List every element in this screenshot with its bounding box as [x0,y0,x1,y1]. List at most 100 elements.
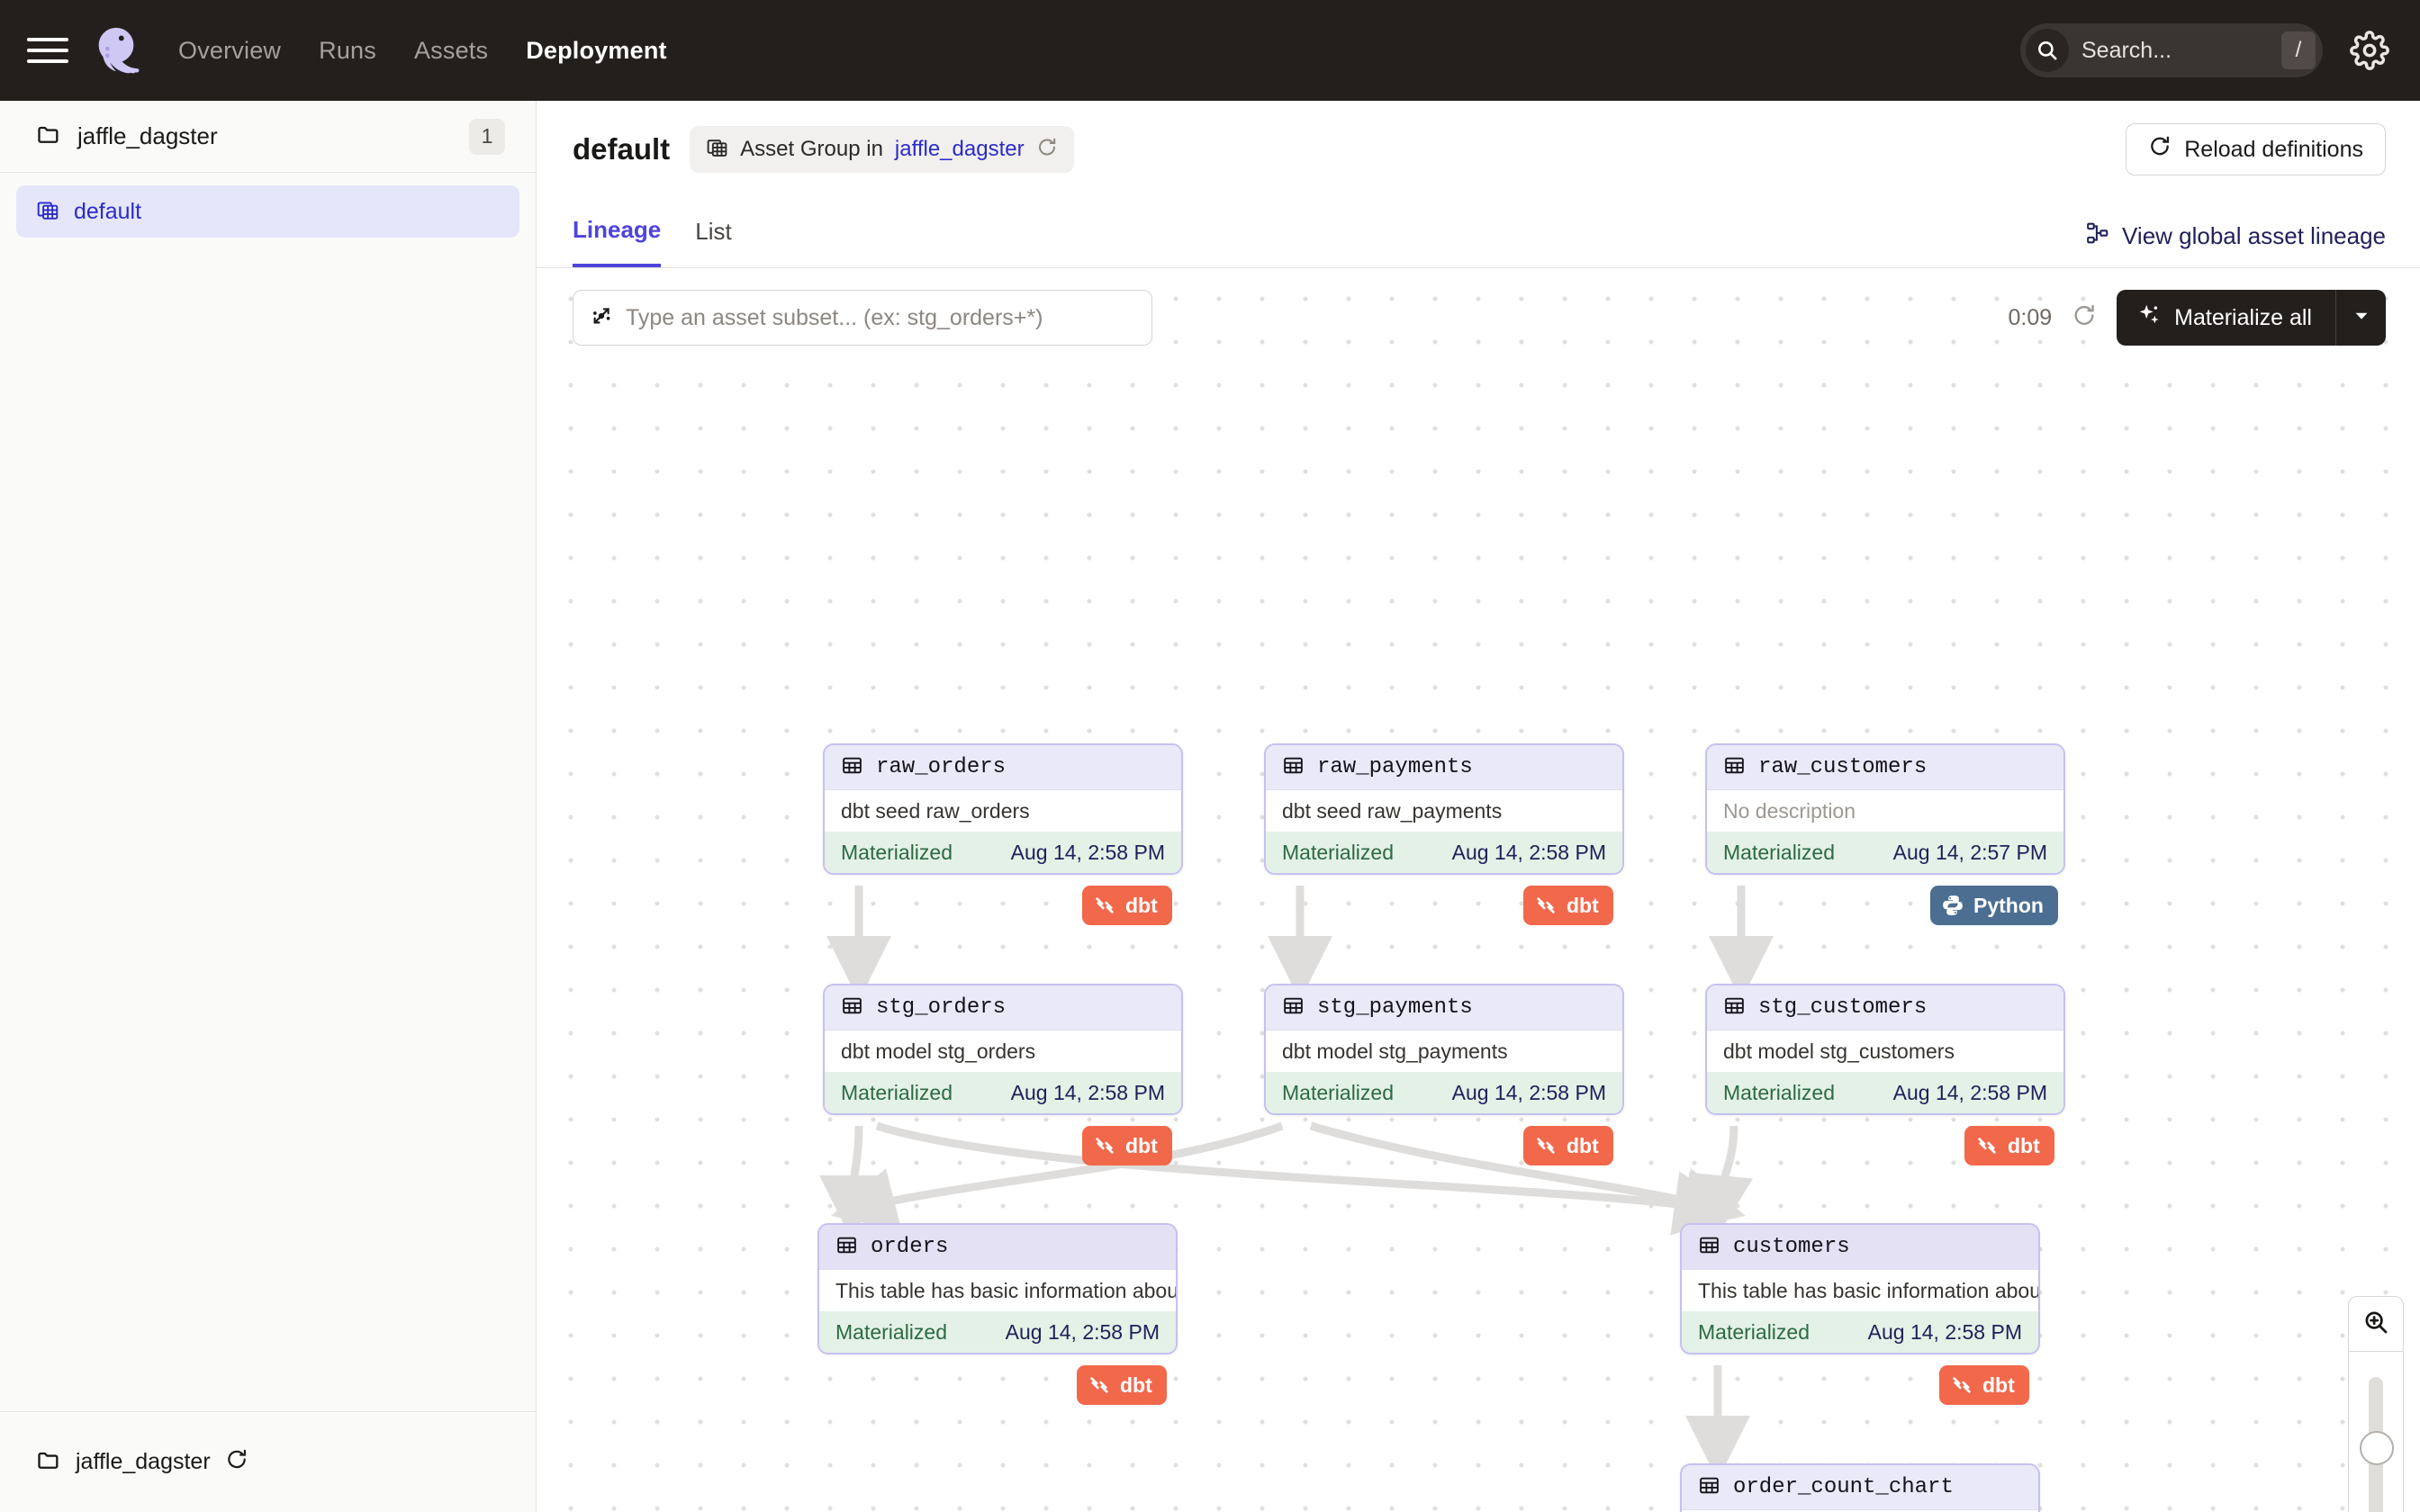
zoom-in-icon [2362,1309,2389,1340]
table-icon [1282,994,1305,1022]
chevron-down-icon [2352,306,2371,330]
asset-node-status: Materialized [835,1320,947,1345]
asset-node-tag-dbt[interactable]: dbt [1082,886,1172,925]
asset-node-header: order_count_chart [1682,1465,2038,1510]
refresh-icon [2148,135,2172,165]
asset-node-tag-dbt[interactable]: dbt [1082,1126,1172,1166]
refresh-icon[interactable] [2072,303,2097,333]
reload-definitions-button[interactable]: Reload definitions [2126,123,2386,176]
asset-node-name: stg_payments [1317,995,1473,1020]
asset-node-tag-dbt[interactable]: dbt [1077,1365,1167,1405]
asset-node-status-footer: MaterializedAug 14, 2:58 PM [1266,832,1622,873]
asset-node-description: This table has basic information about .… [1682,1270,2038,1311]
chip-repository-link[interactable]: jaffle_dagster [895,137,1025,162]
nav-link-overview[interactable]: Overview [178,37,281,65]
asset-node-name: order_count_chart [1733,1475,1954,1499]
asset-node-header: stg_payments [1266,986,1622,1030]
asset-node-stg_customers[interactable]: stg_customersdbt model stg_customersMate… [1705,984,2065,1115]
asset-node-tag-dbt[interactable]: dbt [1523,886,1613,925]
materialize-all-button[interactable]: Materialize all [2117,290,2335,346]
asset-node-status-footer: MaterializedAug 14, 2:57 PM [1707,832,2063,873]
view-global-asset-lineage-link[interactable]: View global asset lineage [2086,221,2386,267]
asset-node-description: dbt model stg_orders [825,1030,1181,1072]
asset-node-orders[interactable]: orders This table has basic information a… [817,1223,1178,1354]
asset-node-status: Materialized [1282,1081,1394,1105]
nav-link-runs[interactable]: Runs [319,37,376,65]
asset-node-tag-dbt[interactable]: dbt [1939,1365,2029,1405]
asset-node-tag-label: dbt [1125,894,1158,918]
asset-node-header: orders [819,1225,1176,1270]
asset-node-header: customers [1682,1225,2038,1270]
asset-node-order_count_chart[interactable]: order_count_chartNo descriptionMateriali… [1680,1463,2040,1512]
gear-icon[interactable] [2350,31,2389,70]
asset-node-tag-dbt[interactable]: dbt [1523,1126,1613,1166]
dbt-icon [1093,1134,1116,1157]
refresh-timer: 0:09 [2008,305,2052,331]
asset-group-icon [36,198,59,226]
nav-link-deployment[interactable]: Deployment [526,37,667,65]
global-search-input[interactable]: Search... / [2020,23,2323,77]
materialize-options-caret[interactable] [2335,290,2386,346]
asset-node-timestamp: Aug 14, 2:58 PM [1011,1081,1165,1105]
view-tabs: Lineage List [573,198,732,267]
zoom-in-button[interactable] [2348,1296,2404,1352]
search-placeholder: Search... [2081,38,2281,64]
lineage-icon [2086,221,2109,251]
asset-node-stg_orders[interactable]: stg_ordersdbt model stg_orders Materializ… [823,984,1183,1115]
folder-icon [36,1447,61,1477]
asset-group-breadcrumb-chip[interactable]: Asset Group in jaffle_dagster [690,126,1073,173]
sparkle-icon [2136,302,2162,334]
tab-lineage[interactable]: Lineage [573,198,661,267]
asset-node-timestamp: Aug 14, 2:58 PM [1452,1081,1606,1105]
app-root: Overview Runs Assets Deployment Search..… [0,0,2420,1512]
asset-node-raw_orders[interactable]: raw_ordersdbt seed raw_orders Materialize… [823,743,1183,875]
asset-lineage-graph[interactable]: Type an asset subset... (ex: stg_orders+… [537,268,2420,1512]
refresh-icon[interactable] [225,1448,248,1476]
sidebar-footer-label: jaffle_dagster [76,1449,211,1475]
asset-node-name: orders [871,1235,948,1259]
hamburger-menu-icon[interactable] [27,30,68,71]
dagster-logo[interactable] [88,22,144,78]
tab-list[interactable]: List [695,198,731,267]
table-icon [1698,1474,1720,1501]
asset-node-customers[interactable]: customersThis table has basic informatio… [1680,1223,2040,1354]
table-icon [1282,754,1305,781]
asset-node-status: Materialized [841,841,953,865]
asset-node-status: Materialized [841,1081,953,1105]
sidebar-repository-row[interactable]: jaffle_dagster 1 [0,101,536,173]
asset-node-tag-label: dbt [1125,1134,1158,1158]
sidebar-footer[interactable]: jaffle_dagster [0,1411,536,1512]
page-title: default [573,132,670,166]
asset-node-name: stg_customers [1758,995,1927,1020]
asset-node-tag-dbt[interactable]: dbt [1964,1126,2054,1166]
refresh-icon[interactable] [1036,137,1058,163]
asset-node-description: dbt seed raw_orders [825,790,1181,832]
sidebar-item-default[interactable]: default [16,185,519,238]
search-icon [2026,29,2069,72]
asset-node-stg_payments[interactable]: stg_paymentsdbt model stg_paymentsMateri… [1264,984,1624,1115]
asset-node-header: raw_customers [1707,745,2063,790]
asset-node-raw_customers[interactable]: raw_customersNo descriptionMaterializedA… [1705,743,2065,875]
asset-node-tag-label: dbt [1567,894,1599,918]
graph-zoom-controls [2348,1296,2404,1512]
asset-node-description: This table has basic information about .… [819,1270,1176,1311]
graph-toolbar-right: 0:09 [2008,290,2386,346]
asset-node-name: raw_customers [1758,755,1927,779]
asset-node-raw_payments[interactable]: raw_paymentsdbt seed raw_paymentsMateria… [1264,743,1624,875]
zoom-slider-handle[interactable] [2360,1431,2394,1465]
nav-link-assets[interactable]: Assets [414,37,488,65]
asset-node-header: stg_customers [1707,986,2063,1030]
asset-node-name: raw_orders [876,755,1006,779]
asset-node-status-footer: Materialized Aug 14, 2:58 PM [1266,1072,1622,1113]
app-body: jaffle_dagster 1 defa [0,101,2420,1512]
zoom-slider[interactable] [2348,1352,2404,1512]
asset-selection-icon [590,304,613,332]
sidebar-repository-name: jaffle_dagster [77,122,453,150]
dbt-icon [1975,1134,1999,1157]
asset-node-tag-python[interactable]: Python [1930,886,2058,925]
asset-subset-input[interactable]: Type an asset subset... (ex: stg_orders+… [573,290,1152,346]
page-header: default Asset Group in jaffle_dag [537,101,2420,198]
asset-node-header: stg_orders [825,986,1181,1030]
asset-node-tag-label: dbt [1567,1134,1599,1158]
materialize-button-group: Materialize all [2117,290,2386,346]
